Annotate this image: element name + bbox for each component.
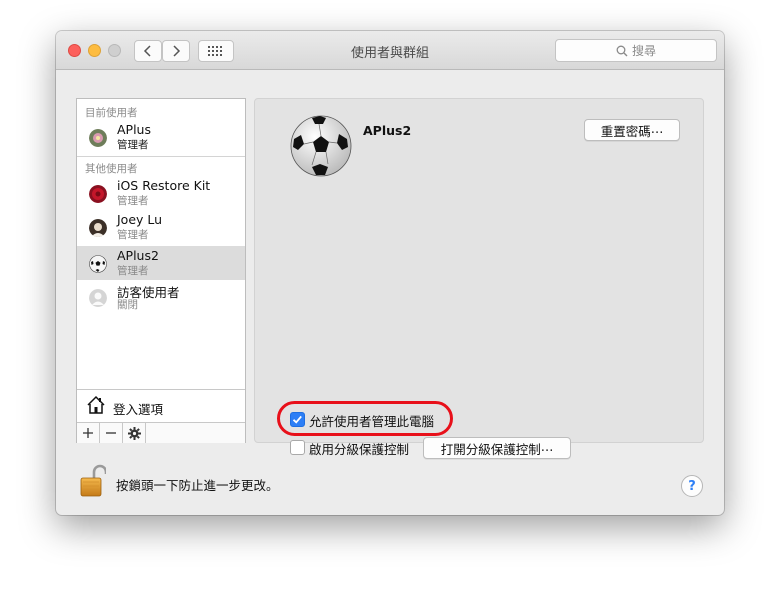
user-item-ios-restore-kit[interactable]: iOS Restore Kit 管理者 — [77, 176, 245, 210]
user-list-toolbar — [77, 422, 245, 443]
parental-controls-label: 啟用分級保護控制 — [309, 442, 410, 457]
user-role: 關閉 — [117, 299, 138, 311]
parental-controls-checkbox[interactable] — [290, 440, 305, 455]
user-list: 目前使用者 APlus 管理者 其他使用者 iOS Restore Kit 管理… — [76, 98, 246, 443]
remove-user-button[interactable] — [100, 423, 123, 443]
open-parental-controls-button[interactable]: 打開分級保護控制⋯ — [423, 437, 571, 459]
flower-avatar — [89, 129, 107, 147]
user-name: APlus — [117, 122, 151, 137]
portrait-avatar — [89, 219, 107, 237]
user-name: APlus2 — [117, 248, 159, 263]
guest-avatar — [89, 289, 107, 307]
login-options-label: 登入選項 — [113, 402, 164, 417]
user-item-aplus2[interactable]: APlus2 管理者 — [77, 246, 245, 280]
divider — [77, 156, 245, 157]
action-menu-button[interactable] — [123, 423, 146, 443]
user-detail-panel: APlus2 重置密碼⋯ 允許使用者管理此電腦 啟用分級保護控制 打開分級保護控… — [254, 98, 704, 459]
gear-icon — [127, 426, 141, 440]
user-name: Joey Lu — [117, 212, 163, 227]
user-item-aplus[interactable]: APlus 管理者 — [77, 120, 245, 154]
allow-admin-label: 允許使用者管理此電腦 — [309, 414, 435, 429]
house-icon — [87, 395, 105, 414]
soccer-ball-avatar-large[interactable] — [290, 115, 352, 177]
current-users-header: 目前使用者 — [85, 107, 138, 119]
preferences-window: 使用者與群組 搜尋 目前使用者 APlus 管理者 其他使用者 iOS Rest… — [56, 31, 724, 515]
login-options-item[interactable]: 登入選項 — [77, 389, 245, 422]
user-name: iOS Restore Kit — [117, 178, 211, 193]
title-bar: 使用者與群組 搜尋 — [56, 31, 724, 70]
user-role: 管理者 — [117, 195, 149, 207]
reset-password-button[interactable]: 重置密碼⋯ — [584, 119, 680, 141]
minus-icon — [106, 432, 116, 434]
soccer-ball-avatar — [89, 255, 107, 273]
checkmark-icon — [292, 415, 302, 424]
help-button[interactable]: ? — [681, 475, 703, 497]
selected-user-name: APlus2 — [363, 123, 412, 138]
plus-icon — [83, 428, 93, 438]
user-role: 管理者 — [117, 229, 149, 241]
red-flower-avatar — [89, 185, 107, 203]
other-users-header: 其他使用者 — [85, 163, 138, 175]
lock-icon[interactable] — [80, 464, 108, 502]
user-role: 管理者 — [117, 139, 149, 151]
user-role: 管理者 — [117, 265, 149, 277]
search-placeholder: 搜尋 — [631, 44, 656, 58]
search-field[interactable]: 搜尋 — [555, 39, 717, 62]
user-item-joey-lu[interactable]: Joey Lu 管理者 — [77, 210, 245, 244]
allow-admin-checkbox[interactable] — [290, 412, 305, 427]
user-item-guest[interactable]: 訪客使用者 關閉 — [77, 280, 245, 314]
search-icon — [616, 45, 628, 56]
add-user-button[interactable] — [77, 423, 100, 443]
lock-instruction-text: 按鎖頭一下防止進一步更改。 — [116, 478, 279, 493]
